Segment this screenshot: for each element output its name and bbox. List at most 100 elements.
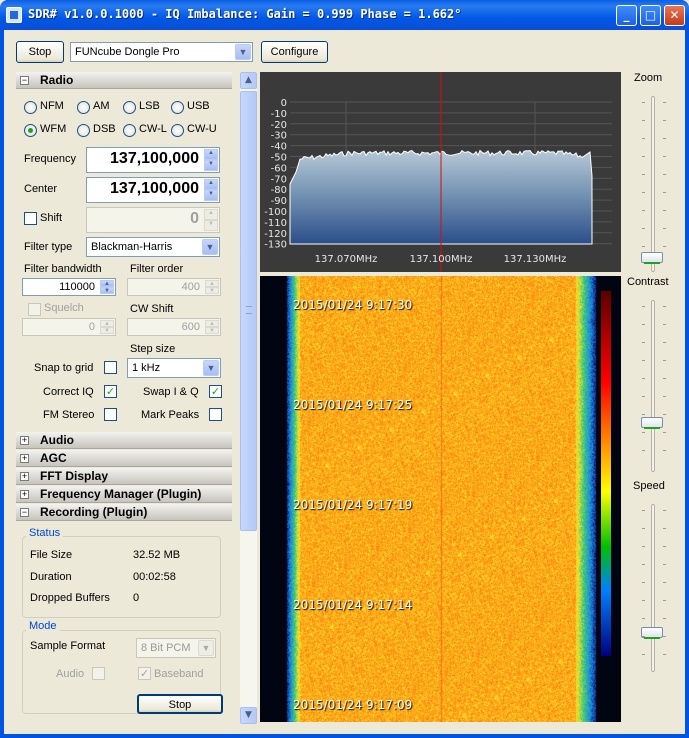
filter-order-value: 400: [181, 281, 200, 293]
section-radio[interactable]: − Radio: [16, 72, 232, 89]
section-recording[interactable]: − Recording (Plugin): [16, 504, 232, 521]
recording-stop-button[interactable]: Stop: [137, 694, 223, 714]
slider-tick: [642, 432, 645, 433]
cw-shift-value: 600: [181, 321, 200, 333]
audio-label: Audio: [56, 668, 85, 680]
shift-label: Shift: [40, 212, 63, 224]
app-window: SDR# v1.0.0.1000 - IQ Imbalance: Gain = …: [0, 0, 689, 738]
mode-lsb-radio[interactable]: [123, 101, 136, 114]
mode-lsb-label: LSB: [139, 100, 160, 112]
zoom-slider[interactable]: [641, 252, 663, 264]
shift-input[interactable]: 0 ▲ ▼: [86, 207, 220, 233]
shift-spinner[interactable]: ▲ ▼: [204, 209, 218, 231]
spectrum-svg: 0-10-20-30-40-50-60-70-80-90-100-110-120…: [264, 72, 612, 272]
frequency-spinner[interactable]: ▲ ▼: [204, 149, 218, 171]
scroll-up-icon[interactable]: ▲: [240, 72, 257, 89]
settings-scrollbar[interactable]: ▲ ▼: [240, 72, 257, 724]
filter-type-select[interactable]: Blackman-Harris ▼: [86, 237, 220, 257]
sample-format-value: 8 Bit PCM: [141, 642, 191, 654]
section-audio-label: Audio: [40, 433, 74, 447]
configure-button[interactable]: Configure: [261, 41, 328, 63]
slider-tick: [663, 600, 666, 601]
center-input[interactable]: 137,100,000 ▲ ▼: [86, 177, 220, 203]
sample-format-select[interactable]: 8 Bit PCM ▼: [136, 638, 216, 658]
dropped-buffers-label: Dropped Buffers: [30, 592, 110, 604]
mode-cwu-radio[interactable]: [171, 124, 184, 137]
slider-tick: [642, 192, 645, 193]
audio-checkbox[interactable]: [92, 667, 105, 680]
waterfall-display[interactable]: 2015/01/24 9:17:30 2015/01/24 9:17:25 2015…: [260, 276, 621, 722]
section-fft-display[interactable]: + FFT Display: [16, 468, 232, 485]
close-button[interactable]: ✕: [664, 5, 685, 26]
speed-track[interactable]: [651, 504, 655, 672]
chevron-down-icon: ▼: [198, 640, 214, 656]
filter-bandwidth-input[interactable]: 110000 ▲ ▼: [22, 278, 116, 296]
device-select[interactable]: FUNcube Dongle Pro ▼: [70, 42, 253, 62]
section-radio-label: Radio: [40, 73, 74, 87]
squelch-label: Squelch: [44, 302, 84, 314]
section-agc[interactable]: + AGC: [16, 450, 232, 467]
mode-am-radio[interactable]: [77, 101, 90, 114]
cw-shift-spinner[interactable]: ▲ ▼: [205, 320, 219, 334]
squelch-checkbox[interactable]: [28, 303, 41, 316]
slider-tick: [642, 324, 645, 325]
filter-order-input[interactable]: 400 ▲ ▼: [127, 278, 221, 296]
contrast-track[interactable]: [651, 300, 655, 472]
mode-wfm-radio[interactable]: [24, 124, 37, 137]
slider-tick: [642, 654, 645, 655]
mode-cwl-radio[interactable]: [123, 124, 136, 137]
correct-iq-label: Correct IQ: [43, 386, 94, 398]
mark-peaks-label: Mark Peaks: [141, 409, 200, 421]
slider-tick: [642, 174, 645, 175]
frequency-input[interactable]: 137,100,000 ▲ ▼: [86, 147, 220, 173]
slider-tick: [663, 192, 666, 193]
baseband-checkbox[interactable]: ✓: [138, 667, 151, 680]
title-bar[interactable]: SDR# v1.0.0.1000 - IQ Imbalance: Gain = …: [0, 0, 689, 30]
scroll-down-icon[interactable]: ▼: [240, 707, 257, 724]
spectrum-db-label: -130: [264, 240, 287, 251]
spectrum-db-label: -60: [271, 163, 287, 174]
section-frequency-manager[interactable]: + Frequency Manager (Plugin): [16, 486, 232, 503]
scroll-thumb[interactable]: [240, 91, 257, 531]
baseband-label: Baseband: [154, 668, 204, 680]
spectrum-display[interactable]: 0 -10 -20 -30 -40 -50 -60 -70 -80 -90 -100 -110 -120…: [260, 72, 621, 272]
correct-iq-checkbox[interactable]: ✓: [104, 385, 117, 398]
maximize-button[interactable]: □: [640, 5, 661, 26]
mark-peaks-checkbox[interactable]: [209, 408, 222, 421]
slider-tick: [642, 582, 645, 583]
swap-iq-checkbox[interactable]: ✓: [209, 385, 222, 398]
squelch-input[interactable]: 0 ▲ ▼: [22, 318, 116, 336]
squelch-spinner[interactable]: ▲ ▼: [100, 320, 114, 334]
speed-label: Speed: [633, 480, 665, 492]
waterfall-timestamp: 2015/01/24 9:17:30: [293, 298, 413, 312]
minimize-button[interactable]: _: [616, 5, 637, 26]
slider-tick: [642, 450, 645, 451]
spectrum-db-label: 0: [281, 98, 287, 109]
client-area: Stop FUNcube Dongle Pro ▼ Configure − Ra…: [4, 30, 685, 734]
shift-value: 0: [190, 210, 199, 227]
fm-stereo-label: FM Stereo: [43, 409, 95, 421]
mode-nfm-radio[interactable]: [24, 101, 37, 114]
section-audio[interactable]: + Audio: [16, 432, 232, 449]
fm-stereo-checkbox[interactable]: [104, 408, 117, 421]
mode-dsb-radio[interactable]: [77, 124, 90, 137]
chevron-down-icon: ▼: [202, 239, 218, 255]
slider-tick: [642, 306, 645, 307]
filter-bandwidth-spinner[interactable]: ▲ ▼: [100, 280, 114, 294]
slider-tick: [663, 414, 666, 415]
slider-tick: [663, 582, 666, 583]
step-size-select[interactable]: 1 kHz ▼: [127, 358, 221, 378]
slider-tick: [642, 246, 645, 247]
filter-type-label: Filter type: [24, 241, 73, 253]
contrast-slider[interactable]: [641, 417, 663, 429]
filter-order-spinner[interactable]: ▲ ▼: [205, 280, 219, 294]
center-spinner[interactable]: ▲ ▼: [204, 179, 218, 201]
mode-cwl-label: CW-L: [139, 123, 167, 135]
mode-usb-radio[interactable]: [171, 101, 184, 114]
zoom-track[interactable]: [651, 96, 655, 272]
snap-to-grid-checkbox[interactable]: [104, 361, 117, 374]
spectrum-db-label: -80: [271, 185, 287, 196]
stop-button[interactable]: Stop: [16, 41, 64, 63]
cw-shift-input[interactable]: 600 ▲ ▼: [127, 318, 221, 336]
shift-checkbox[interactable]: [24, 212, 37, 225]
